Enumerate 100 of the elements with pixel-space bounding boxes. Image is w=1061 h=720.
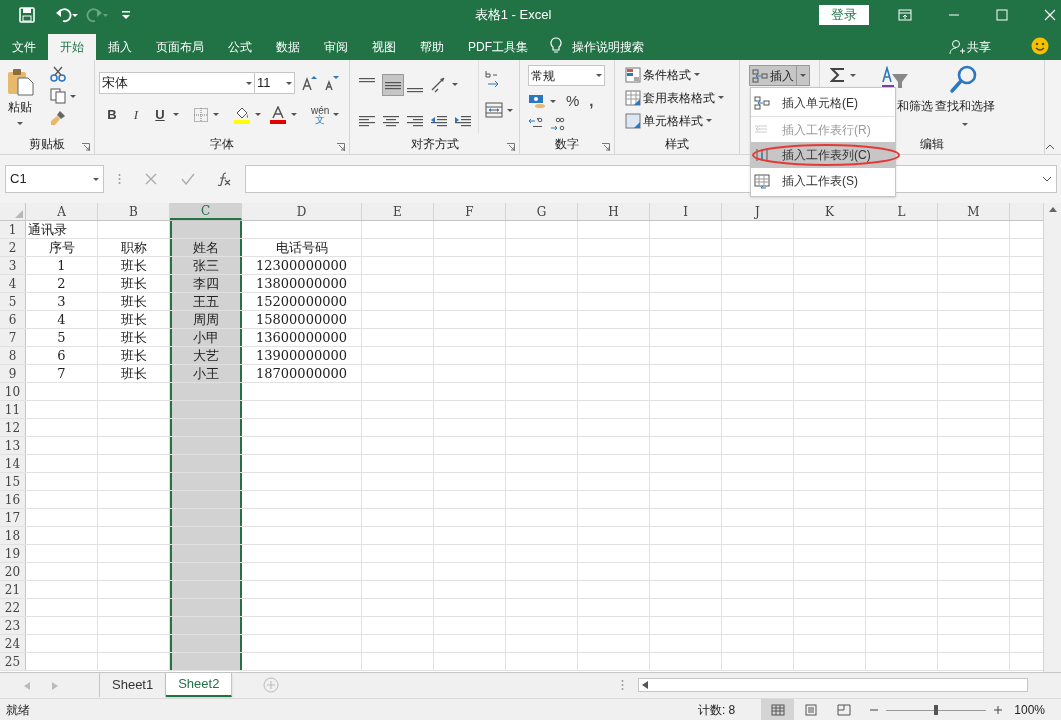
- italic-button[interactable]: I: [127, 105, 145, 125]
- menu-item[interactable]: 插入单元格(E): [751, 90, 895, 116]
- caret-icon[interactable]: [291, 113, 297, 117]
- row-header[interactable]: 15: [0, 473, 26, 490]
- row-header[interactable]: 17: [0, 509, 26, 526]
- column-header[interactable]: D: [242, 203, 362, 220]
- align-middle-icon[interactable]: [382, 73, 404, 96]
- row-header[interactable]: 24: [0, 635, 26, 652]
- sort-filter-label[interactable]: 和筛选: [897, 97, 933, 115]
- font-color-icon[interactable]: [269, 105, 287, 124]
- currency-icon[interactable]: [528, 93, 546, 110]
- row-header[interactable]: 5: [0, 293, 26, 310]
- ribbon-tab[interactable]: 审阅: [312, 34, 360, 60]
- share-button[interactable]: 共享: [965, 34, 991, 60]
- merge-center-icon[interactable]: [485, 102, 503, 118]
- increase-font-icon[interactable]: [301, 75, 317, 91]
- scissors-icon[interactable]: [50, 66, 66, 82]
- caret-icon[interactable]: [173, 113, 179, 117]
- zoom-slider[interactable]: [886, 703, 987, 716]
- ribbon-tab[interactable]: 文件: [0, 34, 48, 60]
- zoom-in-icon[interactable]: [994, 705, 1003, 714]
- column-header[interactable]: H: [578, 203, 650, 220]
- copy-icon[interactable]: [50, 88, 66, 104]
- ribbon-tab[interactable]: 页面布局: [144, 34, 216, 60]
- row-header[interactable]: 3: [0, 257, 26, 274]
- sort-filter-icon[interactable]: [880, 66, 910, 88]
- font-name-field[interactable]: 宋体: [99, 72, 255, 94]
- caret-icon[interactable]: [213, 113, 219, 117]
- row-header[interactable]: 13: [0, 437, 26, 454]
- column-header[interactable]: C: [170, 203, 242, 220]
- save-icon[interactable]: [19, 7, 35, 23]
- name-box[interactable]: C1: [5, 165, 104, 193]
- row-header[interactable]: 25: [0, 653, 26, 670]
- column-header[interactable]: K: [794, 203, 866, 220]
- row-header[interactable]: 7: [0, 329, 26, 346]
- row-header[interactable]: 8: [0, 347, 26, 364]
- caret-icon[interactable]: [452, 83, 458, 86]
- percent-button[interactable]: %: [566, 90, 580, 113]
- paintbrush-icon[interactable]: [50, 110, 66, 126]
- sheet-tab[interactable]: Sheet2: [166, 673, 233, 697]
- vertical-scrollbar[interactable]: [1043, 203, 1061, 672]
- row-header[interactable]: 4: [0, 275, 26, 292]
- dialog-launcher-icon[interactable]: [507, 143, 515, 151]
- horizontal-scrollbar[interactable]: [638, 678, 1029, 692]
- customize-icon[interactable]: [122, 11, 130, 19]
- dialog-launcher-icon[interactable]: [82, 143, 90, 151]
- view-button[interactable]: [761, 698, 795, 720]
- dialog-launcher-icon[interactable]: [602, 143, 610, 151]
- find-select-label[interactable]: 查找和选择: [935, 97, 995, 115]
- column-header[interactable]: A: [26, 203, 98, 220]
- column-header[interactable]: G: [506, 203, 578, 220]
- fill-color-icon[interactable]: [233, 105, 251, 124]
- close-icon[interactable]: [1044, 9, 1056, 21]
- row-header[interactable]: 20: [0, 563, 26, 580]
- comma-button[interactable]: ,: [589, 90, 594, 113]
- row-header[interactable]: 16: [0, 491, 26, 508]
- ribbon-display-icon[interactable]: [898, 9, 912, 21]
- caret-icon[interactable]: [333, 113, 340, 117]
- insert-dropdown-button[interactable]: [797, 65, 810, 86]
- row-header[interactable]: 10: [0, 383, 26, 400]
- undo-icon[interactable]: [56, 7, 78, 23]
- caret-icon[interactable]: [850, 73, 856, 77]
- row-header[interactable]: 19: [0, 545, 26, 562]
- ribbon-tab[interactable]: PDF工具集: [456, 34, 540, 60]
- ribbon-tab[interactable]: 帮助: [408, 34, 456, 60]
- ribbon-tab[interactable]: 插入: [96, 34, 144, 60]
- row-header[interactable]: 1: [0, 221, 26, 238]
- caret-icon[interactable]: [70, 94, 76, 98]
- maximize-icon[interactable]: [996, 9, 1008, 21]
- row-header[interactable]: 23: [0, 617, 26, 634]
- style-menu-button[interactable]: 单元格样式: [625, 111, 724, 130]
- style-menu-button[interactable]: 套用表格格式: [625, 88, 724, 107]
- insert-button[interactable]: 插入: [749, 65, 797, 86]
- row-header[interactable]: 12: [0, 419, 26, 436]
- column-header[interactable]: F: [434, 203, 506, 220]
- ribbon-tab[interactable]: 数据: [264, 34, 312, 60]
- zoom-level[interactable]: 100%: [1014, 700, 1045, 719]
- row-header[interactable]: 21: [0, 581, 26, 598]
- scroll-up-icon[interactable]: [1048, 207, 1057, 212]
- row-header[interactable]: 6: [0, 311, 26, 328]
- ribbon-tab[interactable]: 视图: [360, 34, 408, 60]
- number-format-field[interactable]: 常规: [528, 65, 605, 86]
- ribbon-tab[interactable]: 公式: [216, 34, 264, 60]
- autosum-icon[interactable]: [830, 67, 846, 83]
- sign-in-button[interactable]: 登录: [819, 5, 869, 25]
- expand-icon[interactable]: [1042, 176, 1052, 182]
- column-header[interactable]: I: [650, 203, 722, 220]
- row-header[interactable]: 14: [0, 455, 26, 472]
- ribbon-tab[interactable]: 开始: [48, 34, 96, 60]
- decrease-decimal-icon[interactable]: [550, 116, 566, 131]
- caret-icon[interactable]: [550, 99, 556, 103]
- column-header[interactable]: L: [866, 203, 938, 220]
- underline-button[interactable]: U: [151, 105, 169, 125]
- caret-icon[interactable]: [507, 108, 513, 112]
- column-header[interactable]: E: [362, 203, 434, 220]
- collapse-ribbon-icon[interactable]: [1045, 144, 1055, 150]
- dialog-launcher-icon[interactable]: [337, 143, 345, 151]
- caret-icon[interactable]: [255, 113, 261, 117]
- smiley-icon[interactable]: [1031, 37, 1049, 55]
- column-header[interactable]: M: [938, 203, 1010, 220]
